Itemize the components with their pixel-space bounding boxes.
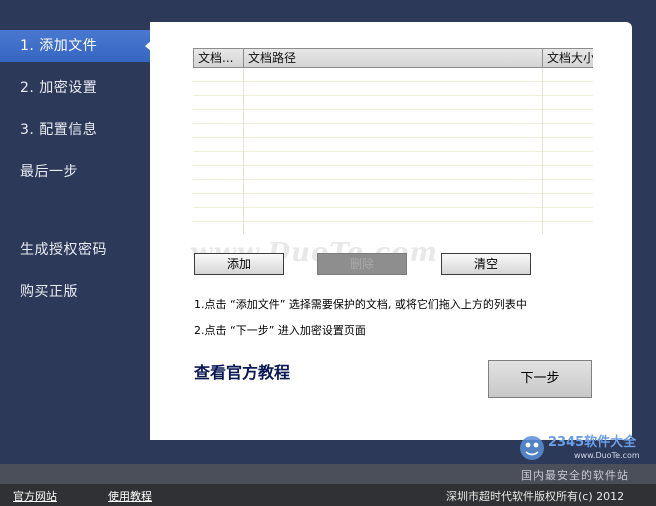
next-button[interactable]: 下一步 <box>488 360 592 398</box>
copyright-text: 深圳市超时代软件版权所有(c) 2012 <box>446 490 625 503</box>
column-header-doc-size[interactable]: 文档大小 <box>542 49 593 67</box>
brand-logo-url: www.DuoTe.com <box>574 451 640 460</box>
table-body[interactable] <box>193 68 593 234</box>
sidebar-item-label: 3. 配置信息 <box>20 122 98 138</box>
column-header-doc-name[interactable]: 文档... <box>193 49 244 67</box>
sidebar-item-label: 生成授权密码 <box>20 242 107 258</box>
sidebar-item-add-files[interactable]: 1. 添加文件 <box>0 30 152 62</box>
site-tagline: 国内最安全的软件站 <box>521 469 629 482</box>
sidebar: 1. 添加文件 2. 加密设置 3. 配置信息 最后一步 生成授权密码 购买正版 <box>0 0 152 464</box>
sidebar-item-label: 2. 加密设置 <box>20 80 98 96</box>
sidebar-item-label: 最后一步 <box>20 164 78 180</box>
file-list-table[interactable]: 文档... 文档路径 文档大小 <box>193 48 593 234</box>
sidebar-item-label: 购买正版 <box>20 284 78 300</box>
sidebar-item-encryption-settings[interactable]: 2. 加密设置 <box>0 72 150 104</box>
sidebar-item-generate-license[interactable]: 生成授权密码 <box>0 234 150 266</box>
column-header-doc-path[interactable]: 文档路径 <box>243 49 543 67</box>
sidebar-item-label: 1. 添加文件 <box>20 38 98 54</box>
clear-button[interactable]: 清空 <box>441 253 531 275</box>
table-header: 文档... 文档路径 文档大小 <box>193 48 593 68</box>
add-button[interactable]: 添加 <box>194 253 284 275</box>
sidebar-item-buy[interactable]: 购买正版 <box>0 276 150 308</box>
main-panel: 文档... 文档路径 文档大小 www.DuoTe.com 添加 删除 清空 1… <box>150 22 632 440</box>
delete-button[interactable]: 删除 <box>317 253 407 275</box>
sidebar-item-final-step[interactable]: 最后一步 <box>0 156 150 188</box>
usage-tutorial-link[interactable]: 使用教程 <box>108 488 152 504</box>
official-tutorial-link[interactable]: 查看官方教程 <box>194 359 290 383</box>
sidebar-item-config-info[interactable]: 3. 配置信息 <box>0 114 150 146</box>
column-divider <box>243 68 244 234</box>
column-divider <box>542 68 543 234</box>
official-website-link[interactable]: 官方网站 <box>13 488 57 504</box>
instruction-step-1: 1.点击 “添加文件” 选择需要保护的文档, 或将它们拖入上方的列表中 <box>194 298 527 311</box>
instruction-step-2: 2.点击 “下一步” 进入加密设置页面 <box>194 324 366 337</box>
